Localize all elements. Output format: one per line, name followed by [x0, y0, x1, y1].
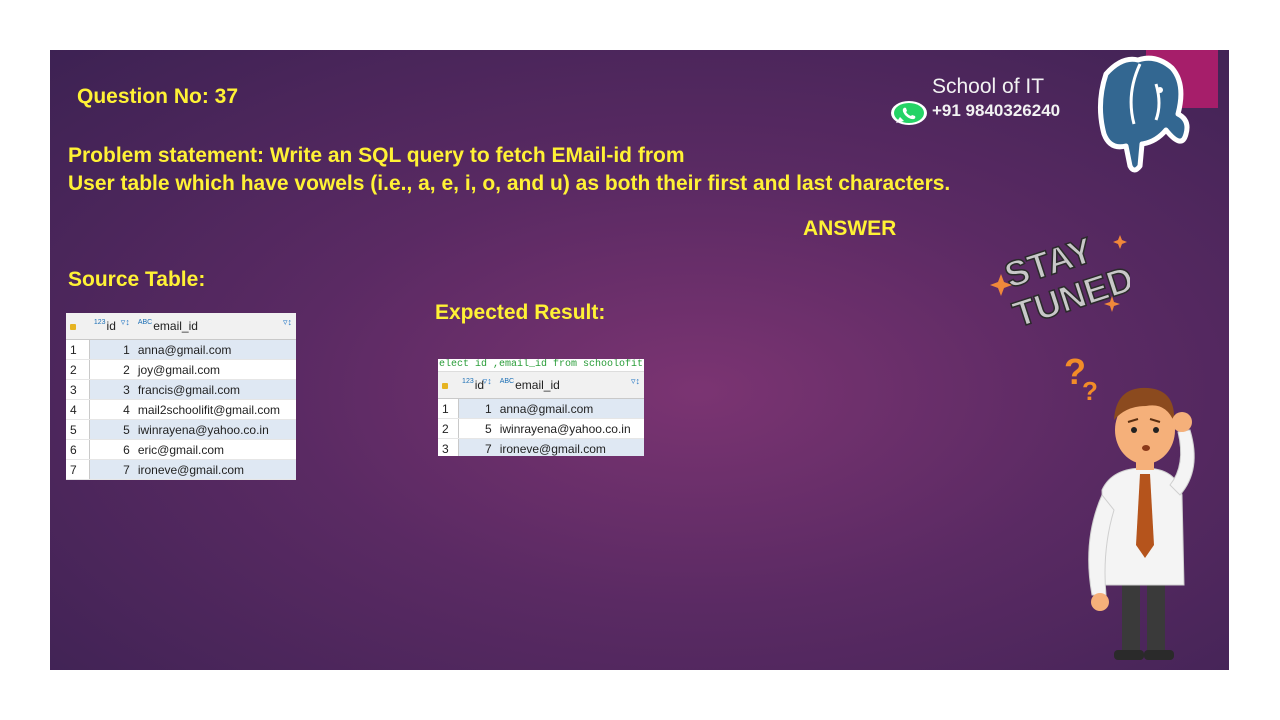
- column-header-label: email_id: [515, 378, 560, 392]
- filter-sort-icon[interactable]: ▿↕: [121, 317, 130, 328]
- table-row[interactable]: 7 7 ironeve@gmail.com: [66, 459, 296, 480]
- column-header-email-id[interactable]: ABCemail_id ▿↕: [495, 372, 644, 399]
- column-header-id[interactable]: 123id ▿↕: [89, 313, 134, 340]
- row-number: 2: [438, 418, 459, 439]
- row-number: 3: [66, 379, 91, 400]
- confused-person-illustration: ? ?: [1064, 351, 1195, 660]
- table-row[interactable]: 1 1 anna@gmail.com: [66, 339, 296, 360]
- id-cell[interactable]: 6: [89, 439, 134, 460]
- column-header-label: email_id: [153, 319, 198, 333]
- problem-statement-line-2: User table which have vowels (i.e., a, e…: [68, 172, 951, 195]
- email-cell[interactable]: anna@gmail.com: [495, 398, 644, 419]
- result-table: 123id ▿↕ ABCemail_id ▿↕ 1 1 anna@gmail.c…: [438, 372, 644, 456]
- filter-sort-icon[interactable]: ▿↕: [483, 376, 492, 387]
- question-number: Question No: 37: [77, 85, 239, 108]
- table-row[interactable]: 6 6 eric@gmail.com: [66, 439, 296, 460]
- id-cell[interactable]: 3: [89, 379, 134, 400]
- result-panel: elect id ,email_id from schoolofit.en 12…: [438, 359, 644, 456]
- row-number: 7: [66, 459, 91, 480]
- email-cell[interactable]: ironeve@gmail.com: [495, 438, 644, 456]
- table-row[interactable]: 3 7 ironeve@gmail.com: [438, 438, 644, 456]
- brand-phone: +91 9840326240: [932, 101, 1061, 120]
- lock-icon: [442, 383, 448, 389]
- table-row[interactable]: 2 5 iwinrayena@yahoo.co.in: [438, 418, 644, 439]
- brand-name: School of IT: [932, 75, 1045, 98]
- table-row[interactable]: 3 3 francis@gmail.com: [66, 379, 296, 400]
- postgresql-elephant-icon: [1098, 55, 1190, 173]
- table-row[interactable]: 1 1 anna@gmail.com: [438, 398, 644, 419]
- email-cell[interactable]: mail2schoolifit@gmail.com: [133, 399, 296, 420]
- email-cell[interactable]: francis@gmail.com: [133, 379, 296, 400]
- filter-sort-icon[interactable]: ▿↕: [283, 317, 292, 328]
- answer-label: ANSWER: [803, 217, 897, 240]
- numeric-type-icon: 123: [93, 319, 106, 326]
- slide: Question No: 37 Problem statement: Write…: [50, 50, 1229, 670]
- email-cell[interactable]: iwinrayena@yahoo.co.in: [495, 418, 644, 439]
- table-row[interactable]: 2 2 joy@gmail.com: [66, 359, 296, 380]
- id-cell[interactable]: 7: [458, 438, 496, 456]
- filter-sort-icon[interactable]: ▿↕: [631, 376, 640, 387]
- email-cell[interactable]: ironeve@gmail.com: [133, 459, 296, 480]
- numeric-type-icon: 123: [462, 378, 474, 385]
- row-number: 3: [438, 438, 459, 456]
- stay-tuned-sticker: STAY TUNED: [990, 228, 1130, 330]
- text-type-icon: ABC: [499, 378, 515, 385]
- whatsapp-icon: [891, 101, 927, 125]
- id-cell[interactable]: 5: [458, 418, 496, 439]
- row-number: 5: [66, 419, 91, 440]
- email-cell[interactable]: anna@gmail.com: [133, 339, 296, 360]
- row-number: 6: [66, 439, 91, 460]
- table-row[interactable]: 5 5 iwinrayena@yahoo.co.in: [66, 419, 296, 440]
- problem-statement-line-1: Problem statement: Write an SQL query to…: [68, 144, 685, 167]
- sql-query-snippet[interactable]: elect id ,email_id from schoolofit.en: [438, 359, 644, 372]
- expected-result-title: Expected Result:: [435, 301, 606, 324]
- email-cell[interactable]: joy@gmail.com: [133, 359, 296, 380]
- id-cell[interactable]: 5: [89, 419, 134, 440]
- source-table-title: Source Table:: [68, 268, 206, 291]
- id-cell[interactable]: 4: [89, 399, 134, 420]
- column-header-label: id: [106, 319, 116, 333]
- row-number: 1: [438, 398, 459, 419]
- lock-icon: [70, 324, 76, 330]
- lock-icon-cell: [66, 313, 90, 340]
- id-cell[interactable]: 1: [458, 398, 496, 419]
- table-row[interactable]: 4 4 mail2schoolifit@gmail.com: [66, 399, 296, 420]
- svg-text:?: ?: [1082, 376, 1098, 406]
- row-number: 2: [66, 359, 91, 380]
- row-number: 4: [66, 399, 91, 420]
- column-header-email-id[interactable]: ABCemail_id ▿↕: [133, 313, 296, 340]
- id-cell[interactable]: 2: [89, 359, 134, 380]
- row-number: 1: [66, 339, 91, 360]
- column-header-id[interactable]: 123id ▿↕: [458, 372, 496, 399]
- id-cell[interactable]: 1: [89, 339, 134, 360]
- id-cell[interactable]: 7: [89, 459, 134, 480]
- email-cell[interactable]: eric@gmail.com: [133, 439, 296, 460]
- source-table: 123id ▿↕ ABCemail_id ▿↕ 1 1 anna@gmail.c…: [66, 313, 296, 480]
- text-type-icon: ABC: [137, 319, 153, 326]
- email-cell[interactable]: iwinrayena@yahoo.co.in: [133, 419, 296, 440]
- lock-icon-cell: [438, 372, 459, 399]
